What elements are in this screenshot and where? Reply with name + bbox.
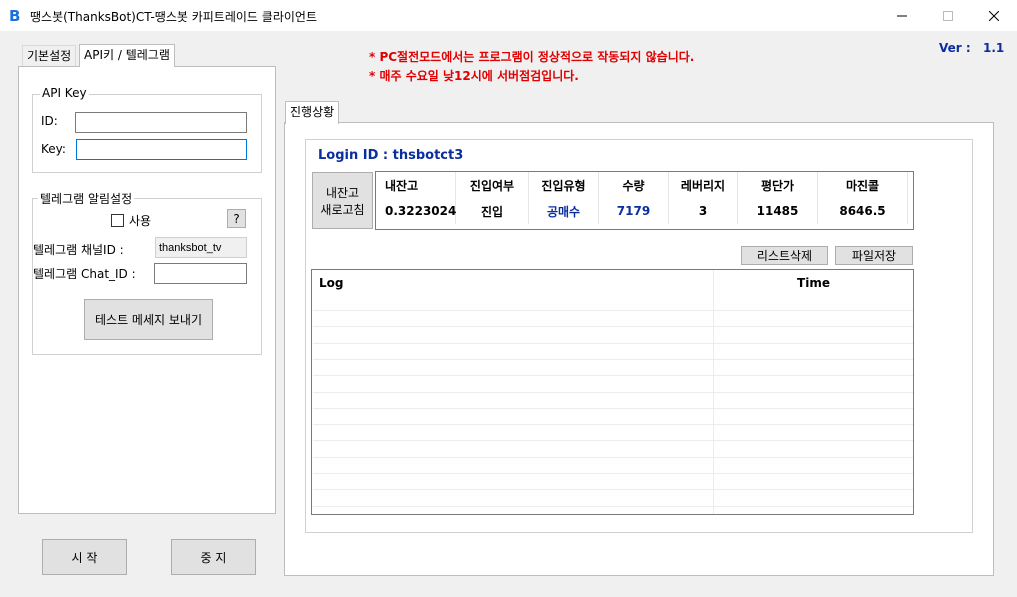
stat-header-entry-status: 진입여부 [456,172,529,198]
channel-id-label: 텔레그램 채널ID : [33,243,124,257]
stat-header-entry-type: 진입유형 [529,172,599,198]
refresh-balance-line1: 내잔고 [325,185,360,200]
stats-value-row: 0.3223024 진입 공매수 7179 3 11485 8646.5 [376,198,908,224]
log-row[interactable] [313,377,913,393]
log-row[interactable] [313,393,913,409]
log-row[interactable] [313,328,913,344]
telegram-legend: 텔레그램 알림설정 [38,190,135,207]
stop-button[interactable]: 중 지 [171,539,256,575]
position-stats-table: 내잔고 진입여부 진입유형 수량 레버리지 평단가 마진콜 0.3223024 … [375,171,914,230]
stat-header-leverage: 레버리지 [669,172,738,198]
key-label: Key: [41,142,66,156]
version-label: Ver : [939,41,971,55]
test-message-button[interactable]: 테스트 메세지 보내기 [84,299,213,340]
refresh-balance-line2: 새로고침 [320,202,365,217]
login-id: Login ID : thsbotct3 [318,148,464,163]
version-value: 1.1 [983,41,1005,55]
stat-quantity: 7179 [599,198,669,224]
title-bar: B 땡스봇(ThanksBot)CT-땡스봇 카피트레이드 클라이언트 [0,0,1017,31]
log-column-header[interactable]: Log [319,270,699,295]
tab-progress[interactable]: 진행상황 [285,101,340,124]
thanksbot-logo-icon: B [9,7,21,25]
tab-basic-settings[interactable]: 기본설정 [22,45,77,66]
notice-power-saving: * PC절전모드에서는 프로그램이 정상적으로 작동되지 않습니다. [369,50,695,64]
log-row[interactable] [313,360,913,377]
close-icon [989,10,999,21]
id-label: ID: [41,114,58,128]
stat-balance: 0.3223024 [376,198,456,224]
stat-header-balance: 내잔고 [376,172,456,198]
maximize-icon [943,10,953,21]
key-field[interactable] [76,139,247,160]
stat-margin-call: 8646.5 [818,198,908,224]
notice-maintenance: * 매주 수요일 낮12시에 서버점검입니다. [369,69,579,83]
log-row[interactable] [313,425,913,442]
stat-leverage: 3 [669,198,738,224]
log-row[interactable] [313,491,913,507]
stat-entry-status: 진입 [456,198,529,224]
stat-header-margin-call: 마진콜 [818,172,908,198]
window-title: 땡스봇(ThanksBot)CT-땡스봇 카피트레이드 클라이언트 [30,10,317,24]
time-column-header[interactable]: Time [714,270,913,295]
api-key-group [32,94,262,173]
help-button[interactable]: ? [227,209,246,228]
delete-list-button[interactable]: 리스트삭제 [741,246,828,265]
stat-header-quantity: 수량 [599,172,669,198]
use-checkbox[interactable] [111,214,124,227]
maximize-button[interactable] [925,0,971,31]
log-row[interactable] [313,295,913,311]
id-field[interactable] [75,112,247,133]
refresh-balance-button[interactable]: 내잔고 새로고침 [312,172,373,229]
log-row[interactable] [313,409,913,426]
save-file-button[interactable]: 파일저장 [835,246,913,265]
stat-header-avg-price: 평단가 [738,172,818,198]
log-row[interactable] [313,311,913,328]
chat-id-field[interactable] [154,263,247,284]
log-row[interactable] [313,442,913,458]
close-button[interactable] [971,0,1017,31]
minimize-icon [897,15,907,16]
chat-id-label: 텔레그램 Chat_ID : [33,267,136,281]
log-row[interactable] [313,458,913,474]
minimize-button[interactable] [879,0,925,31]
stat-entry-type: 공매수 [529,198,599,224]
start-button[interactable]: 시 작 [42,539,127,575]
tab-api-telegram[interactable]: API키 / 텔레그램 [79,44,175,67]
stats-header-row: 내잔고 진입여부 진입유형 수량 레버리지 평단가 마진콜 [376,172,908,198]
log-row[interactable] [313,344,913,360]
log-list[interactable]: Log Time [311,269,914,515]
api-key-legend: API Key [40,86,89,100]
log-row[interactable] [313,474,913,491]
use-label: 사용 [129,214,152,228]
stat-avg-price: 11485 [738,198,818,224]
channel-id-field[interactable] [155,237,247,258]
